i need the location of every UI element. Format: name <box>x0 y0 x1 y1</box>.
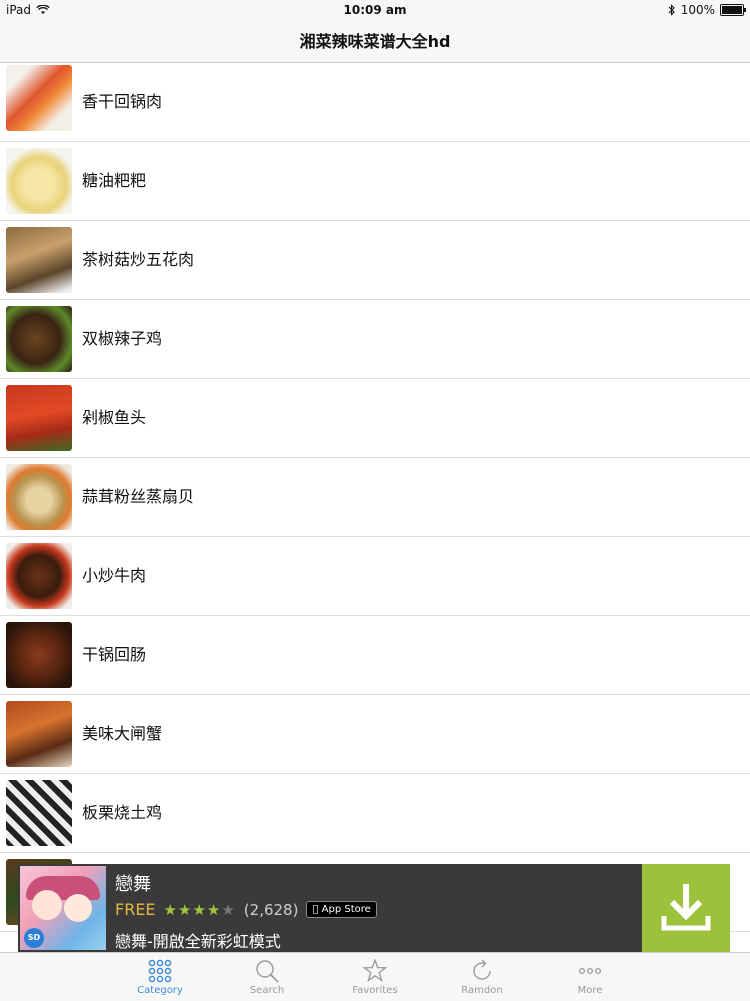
tab-more[interactable]: More <box>540 953 640 1001</box>
list-item[interactable]: 小炒牛肉 <box>0 537 750 616</box>
list-item[interactable]: 美味大闸蟹 <box>0 695 750 774</box>
ad-rating-stars: ★★★★★ <box>163 900 236 919</box>
star-icon <box>363 959 387 983</box>
status-bar: iPad 10:09 am 100% <box>0 0 750 22</box>
recipe-thumbnail <box>6 543 72 609</box>
tab-favorites[interactable]: Favorites <box>325 953 425 1001</box>
ad-banner[interactable]: SD 戀舞 FREE ★★★★★ (2,628)  App Store 戀舞-… <box>18 864 730 952</box>
tab-search[interactable]: Search <box>217 953 317 1001</box>
download-icon <box>661 884 711 931</box>
recipe-name: 板栗烧土鸡 <box>82 803 163 822</box>
recipe-thumbnail <box>6 701 72 767</box>
page-title: 湘菜辣味菜谱大全hd <box>0 22 750 63</box>
recipe-thumbnail <box>6 385 72 451</box>
recipe-thumbnail <box>6 65 72 131</box>
ad-download-button[interactable] <box>642 864 730 952</box>
list-item[interactable]: 板栗烧土鸡 <box>0 774 750 853</box>
list-item[interactable]: 糖油粑粑 <box>0 142 750 221</box>
ad-price: FREE <box>115 900 156 919</box>
recipe-thumbnail <box>6 148 72 214</box>
recipe-thumbnail <box>6 622 72 688</box>
recipe-name: 双椒辣子鸡 <box>82 329 163 348</box>
tab-category[interactable]: Category <box>110 953 210 1001</box>
more-icon <box>578 967 602 975</box>
list-item[interactable]: 剁椒鱼头 <box>0 379 750 458</box>
search-icon <box>256 960 279 983</box>
tab-label: Search <box>249 985 285 996</box>
recipe-name: 香干回锅肉 <box>82 92 163 111</box>
recipe-name: 剁椒鱼头 <box>82 408 147 427</box>
tab-label: Favorites <box>352 985 398 996</box>
ad-app-image: SD <box>20 866 106 950</box>
recipe-name: 糖油粑粑 <box>82 171 147 190</box>
recipe-thumbnail <box>6 780 72 846</box>
tab-random[interactable]: Ramdon <box>432 953 532 1001</box>
ad-title: 戀舞 <box>115 874 151 895</box>
recipe-name: 茶树菇炒五花肉 <box>82 250 195 269</box>
recipe-list[interactable]: 香干回锅肉 糖油粑粑 茶树菇炒五花肉 双椒辣子鸡 剁椒鱼头 蒜茸粉丝蒸扇贝 小炒… <box>0 63 750 953</box>
refresh-icon <box>473 959 491 980</box>
grid-icon <box>148 959 172 983</box>
list-item[interactable]: 双椒辣子鸡 <box>0 300 750 379</box>
recipe-name: 蒜茸粉丝蒸扇贝 <box>82 487 195 506</box>
tab-label: More <box>577 985 603 996</box>
tab-label: Category <box>137 985 183 996</box>
sd-badge: SD <box>24 928 44 948</box>
recipe-name: 干锅回肠 <box>82 645 147 664</box>
status-time: 10:09 am <box>343 3 407 17</box>
battery-icon <box>720 4 746 16</box>
app-store-badge:  App Store <box>306 901 377 918</box>
recipe-name: 小炒牛肉 <box>82 566 147 585</box>
list-item[interactable]: 蒜茸粉丝蒸扇贝 <box>0 458 750 537</box>
list-item[interactable]: 干锅回肠 <box>0 616 750 695</box>
ad-subtitle: 戀舞-開啟全新彩虹模式 <box>115 932 281 951</box>
list-item[interactable]: 茶树菇炒五花肉 <box>0 221 750 300</box>
recipe-thumbnail <box>6 227 72 293</box>
ad-rating-count: (2,628) <box>243 900 299 919</box>
battery-percent: 100% <box>680 3 715 17</box>
tab-label: Ramdon <box>461 985 503 996</box>
recipe-thumbnail <box>6 464 72 530</box>
tab-bar: Category Search Favorites Ramdon More <box>0 952 750 1001</box>
recipe-name: 美味大闸蟹 <box>82 724 163 743</box>
bluetooth-icon <box>668 4 675 16</box>
recipe-thumbnail <box>6 306 72 372</box>
list-item[interactable]: 香干回锅肉 <box>0 63 750 142</box>
